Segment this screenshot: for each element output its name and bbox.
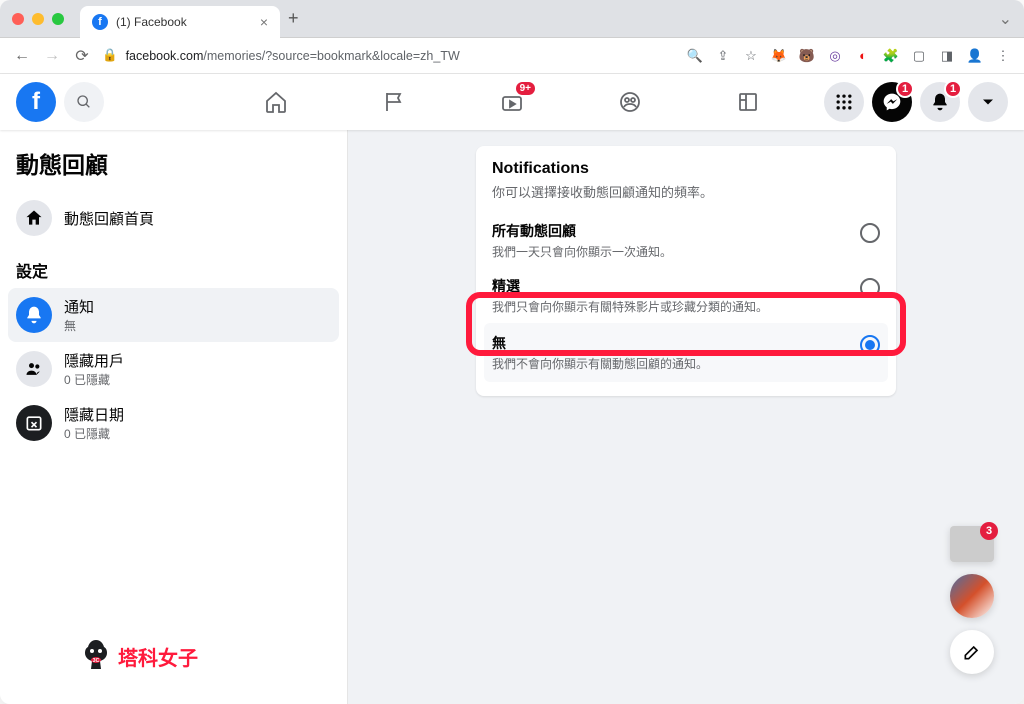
extension-icon[interactable]: ◐ (854, 47, 872, 65)
notifications-card: Notifications 你可以選擇接收動態回顧通知的頻率。 所有動態回顧 我… (476, 146, 896, 396)
chat-dock: 3 (950, 526, 994, 674)
sidebar-notifications[interactable]: 通知 無 (8, 288, 339, 342)
sidebar-item-sub: 0 已隱藏 (64, 425, 124, 442)
address-bar[interactable]: 🔒 facebook.com/memories/?source=bookmark… (102, 48, 676, 63)
window-maximize[interactable] (52, 13, 64, 25)
star-icon[interactable]: ☆ (742, 47, 760, 65)
extension-icon[interactable]: 🦊 (770, 47, 788, 65)
tabs-overflow-icon[interactable]: ⌄ (999, 9, 1012, 29)
facebook-favicon: f (92, 14, 108, 30)
nav-home[interactable] (221, 78, 331, 126)
browser-toolbar: ← → ⟳ 🔒 facebook.com/memories/?source=bo… (0, 38, 1024, 74)
zoom-icon[interactable]: 🔍 (686, 47, 704, 65)
sidebar-title: 動態回顧 (8, 146, 339, 192)
facebook-logo[interactable]: f (16, 82, 56, 122)
bell-icon (16, 297, 52, 333)
chevron-down-icon (978, 92, 998, 112)
chat-badge: 3 (980, 522, 998, 540)
sidebar-item-sub: 0 已隱藏 (64, 371, 124, 388)
browser-tab[interactable]: f (1) Facebook × (80, 6, 280, 38)
main-content: Notifications 你可以選擇接收動態回顧通知的頻率。 所有動態回顧 我… (348, 130, 1024, 704)
home-icon (264, 90, 288, 114)
memories-sidebar: 動態回顧 動態回顧首頁 設定 通知 無 (0, 130, 348, 704)
extensions-menu-icon[interactable]: 🧩 (882, 47, 900, 65)
new-message-button[interactable] (950, 630, 994, 674)
option-all-memories[interactable]: 所有動態回顧 我們一天只會向你顯示一次通知。 (492, 213, 880, 268)
url-path: /memories/?source=bookmark&locale=zh_TW (203, 49, 459, 63)
search-button[interactable] (64, 82, 104, 122)
groups-icon (618, 90, 642, 114)
grid-icon (834, 92, 854, 112)
nav-watch[interactable]: 9+ (457, 78, 567, 126)
menu-icon[interactable]: ⋮ (994, 47, 1012, 65)
option-desc: 我們不會向你顯示有關動態回顧的通知。 (492, 355, 848, 372)
tab-close-icon[interactable]: × (260, 14, 268, 30)
option-none[interactable]: 無 我們不會向你顯示有關動態回顧的通知。 (484, 323, 888, 382)
option-title: 無 (492, 333, 848, 353)
cast-icon[interactable]: ▢ (910, 47, 928, 65)
chat-contact[interactable] (950, 574, 994, 618)
watermark-text: 塔科女子 (118, 642, 198, 671)
sidebar-item-label: 隱藏用戶 (64, 350, 124, 371)
window-minimize[interactable] (32, 13, 44, 25)
nav-gaming[interactable] (693, 78, 803, 126)
back-button[interactable]: ← (12, 47, 32, 65)
sidebar-item-sub: 無 (64, 317, 94, 334)
option-desc: 我們一天只會向你顯示一次通知。 (492, 243, 848, 260)
window-close[interactable] (12, 13, 24, 25)
share-icon[interactable]: ⇪ (714, 47, 732, 65)
browser-titlebar: f (1) Facebook × + ⌄ (0, 0, 1024, 38)
sidebar-item-label: 通知 (64, 296, 94, 317)
tab-title: (1) Facebook (116, 15, 187, 29)
sidebar-hidden-dates[interactable]: 隱藏日期 0 已隱藏 (8, 396, 339, 450)
card-subtitle: 你可以選擇接收動態回顧通知的頻率。 (492, 182, 880, 201)
sidebar-home[interactable]: 動態回顧首頁 (8, 192, 339, 244)
reload-button[interactable]: ⟳ (72, 46, 92, 66)
profile-icon[interactable]: 👤 (966, 47, 984, 65)
new-tab-button[interactable]: + (288, 8, 299, 29)
compose-icon (962, 642, 982, 662)
messenger-badge: 1 (896, 80, 914, 98)
watch-badge: 9+ (516, 82, 535, 95)
home-icon (16, 200, 52, 236)
radio-unchecked[interactable] (860, 223, 880, 243)
sidepanel-icon[interactable]: ◨ (938, 47, 956, 65)
lock-icon: 🔒 (102, 48, 118, 63)
url-host: facebook.com (126, 49, 204, 63)
facebook-header: f 9+ (0, 74, 1024, 130)
forward-button[interactable]: → (42, 47, 62, 65)
extension-icon[interactable]: 🐻 (798, 47, 816, 65)
option-title: 所有動態回顧 (492, 221, 848, 241)
account-button[interactable] (968, 82, 1008, 122)
sidebar-hidden-people[interactable]: 隱藏用戶 0 已隱藏 (8, 342, 339, 396)
radio-unchecked[interactable] (860, 278, 880, 298)
option-desc: 我們只會向你顯示有關特殊影片或珍藏分類的通知。 (492, 298, 848, 315)
search-icon (76, 94, 92, 110)
sidebar-home-label: 動態回顧首頁 (64, 208, 154, 229)
svg-text:3C: 3C (93, 658, 100, 664)
calendar-x-icon (16, 405, 52, 441)
radio-checked[interactable] (860, 335, 880, 355)
notifications-button[interactable]: 1 (920, 82, 960, 122)
option-title: 精選 (492, 276, 848, 296)
gaming-icon (736, 90, 760, 114)
nav-pages[interactable] (339, 78, 449, 126)
nav-groups[interactable] (575, 78, 685, 126)
sidebar-section-settings: 設定 (8, 244, 339, 288)
option-highlights[interactable]: 精選 我們只會向你顯示有關特殊影片或珍藏分類的通知。 (492, 268, 880, 323)
sidebar-item-label: 隱藏日期 (64, 404, 124, 425)
messenger-button[interactable]: 1 (872, 82, 912, 122)
menu-button[interactable] (824, 82, 864, 122)
chat-contact[interactable]: 3 (950, 526, 994, 562)
notifications-badge: 1 (944, 80, 962, 98)
extension-icon[interactable]: ◎ (826, 47, 844, 65)
watermark: 3C 塔科女子 (80, 638, 198, 674)
watermark-icon: 3C (80, 638, 112, 674)
people-icon (16, 351, 52, 387)
flag-icon (382, 90, 406, 114)
card-title: Notifications (492, 160, 880, 178)
